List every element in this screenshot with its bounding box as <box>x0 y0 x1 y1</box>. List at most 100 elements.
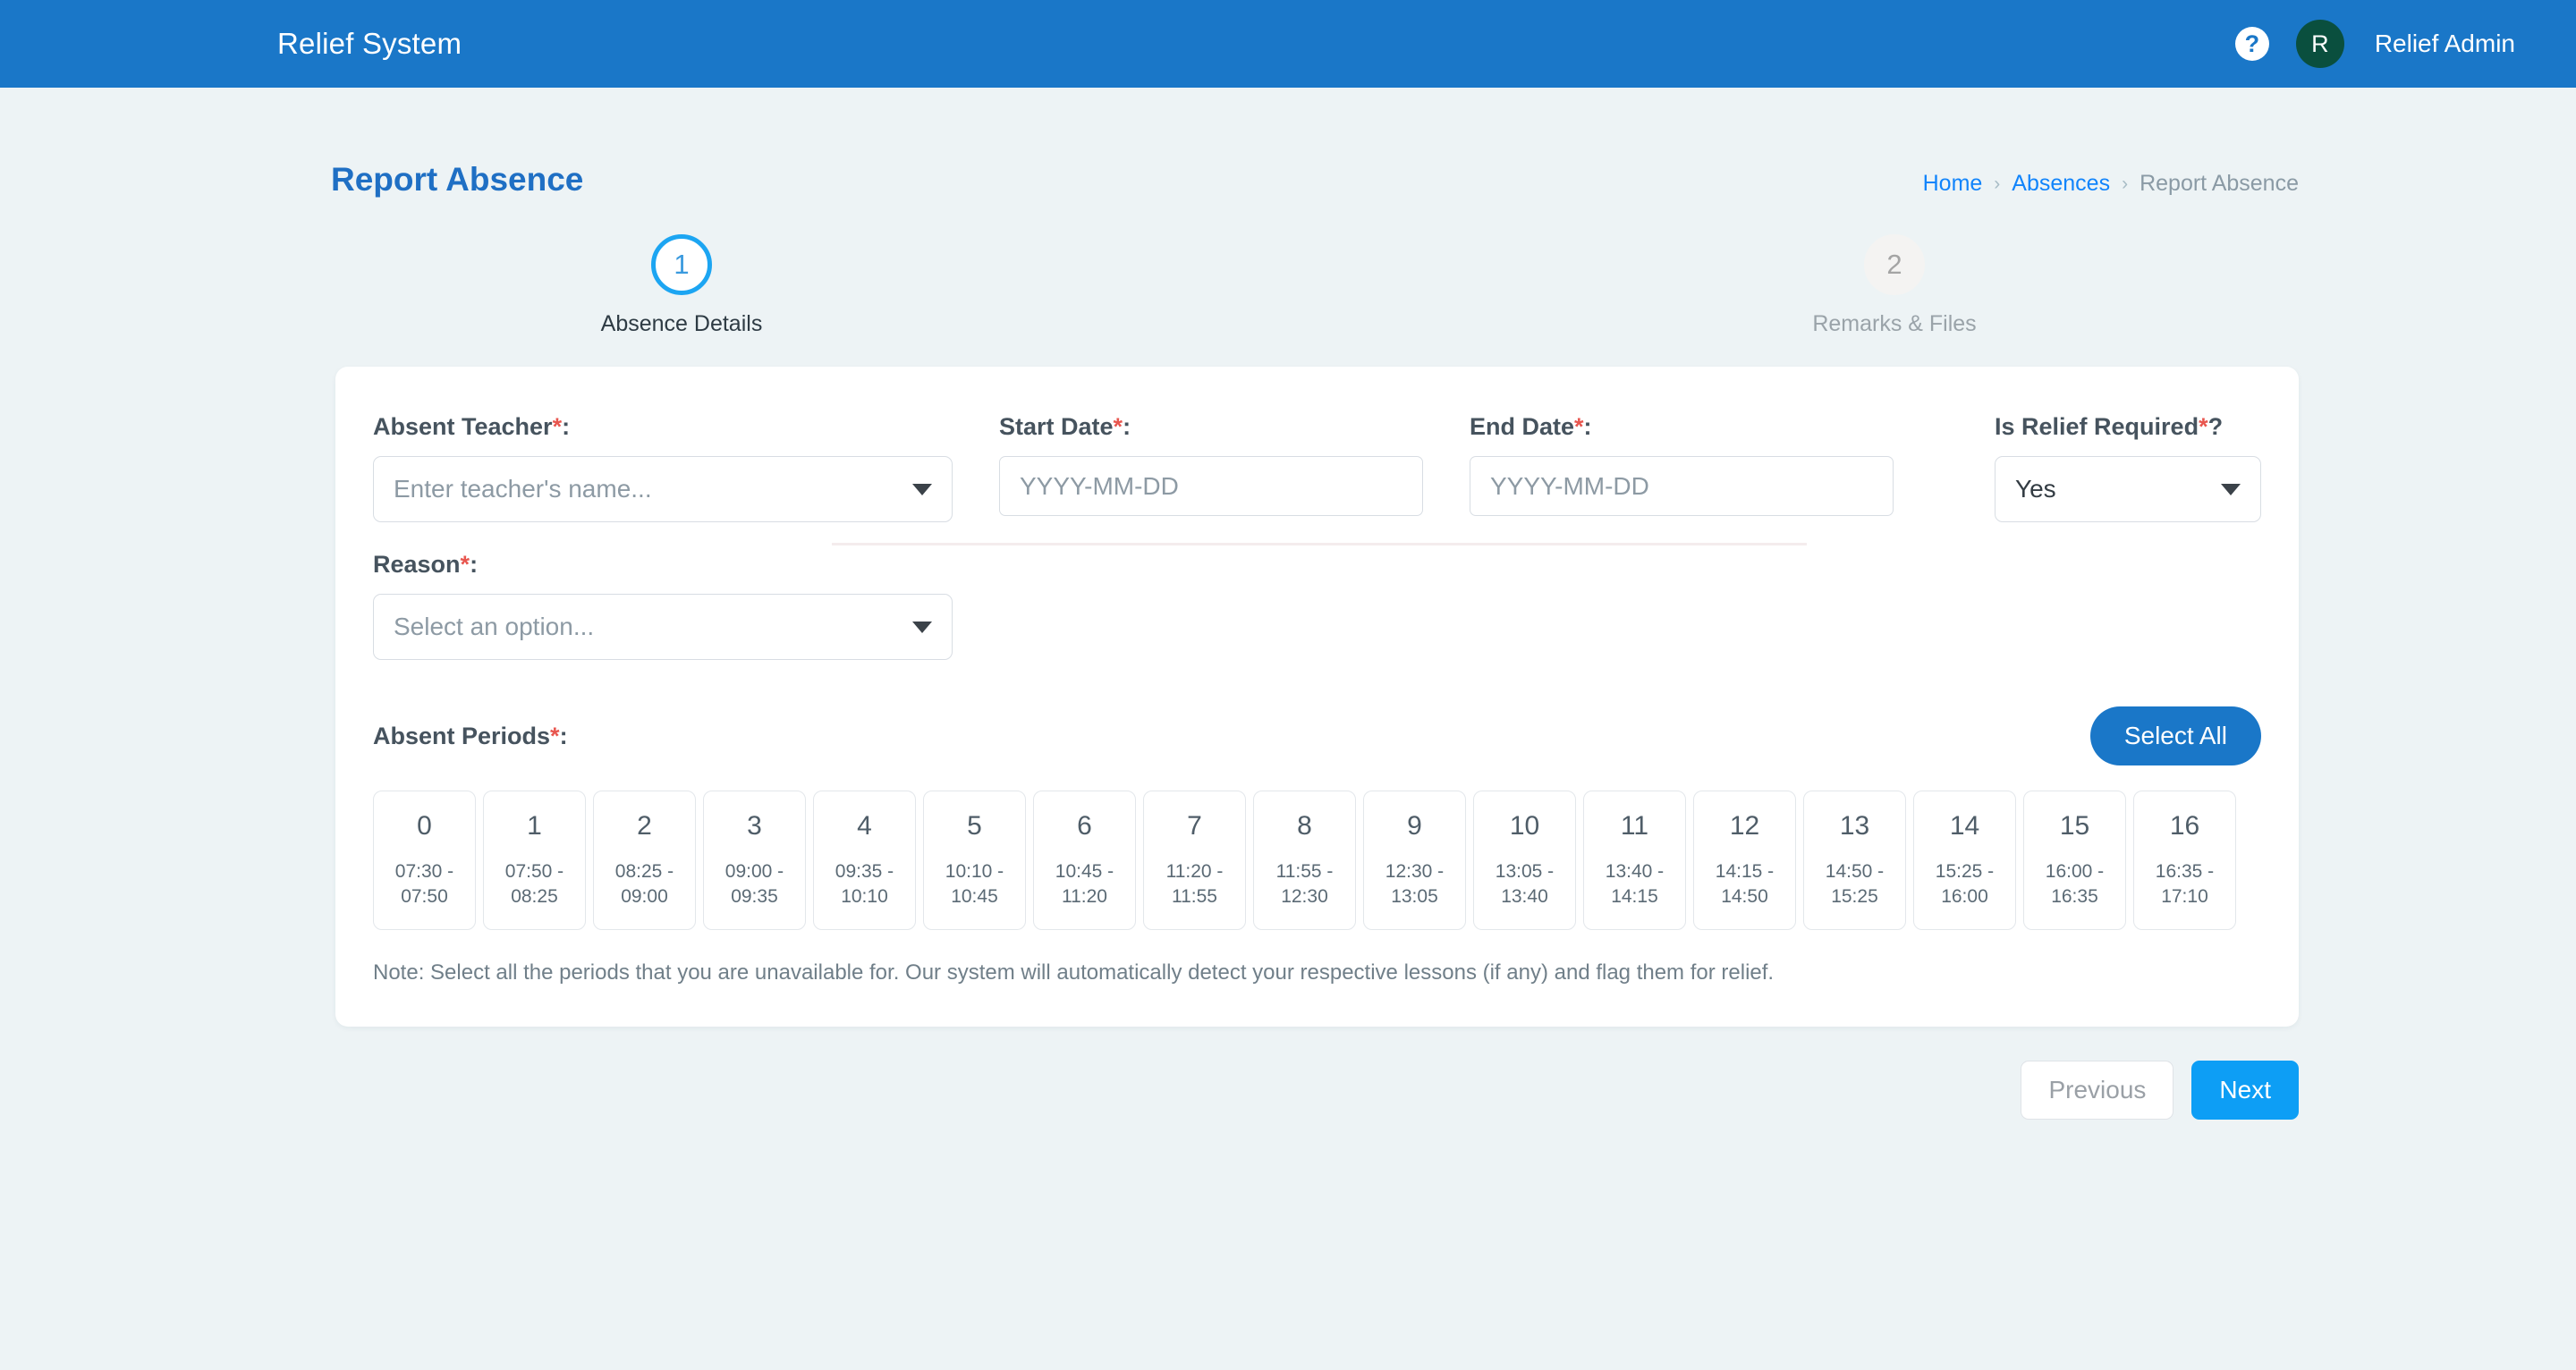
absent-periods-header: Absent Periods*: Select All <box>373 706 2261 765</box>
period-end-time: 13:05 <box>1391 886 1438 907</box>
period-number: 11 <box>1620 810 1649 841</box>
period-chip[interactable]: 6 10:45 - 11:20 <box>1033 791 1136 930</box>
period-chip[interactable]: 11 13:40 - 14:15 <box>1583 791 1686 930</box>
absent-teacher-label: Absent Teacher*: <box>373 413 953 441</box>
previous-button[interactable]: Previous <box>2021 1061 2174 1120</box>
page-header-row: Report Absence Home › Absences › Report … <box>0 88 2576 199</box>
period-chip[interactable]: 4 09:35 - 10:10 <box>813 791 916 930</box>
label-suffix: : <box>1123 413 1131 440</box>
field-absent-teacher: Absent Teacher*: Enter teacher's name... <box>373 413 953 522</box>
reason-label: Reason*: <box>373 551 953 579</box>
period-chip[interactable]: 0 07:30 - 07:50 <box>373 791 476 930</box>
period-number: 2 <box>637 810 652 841</box>
label-suffix: : <box>470 551 479 578</box>
form-row-primary: Absent Teacher*: Enter teacher's name...… <box>373 413 2261 522</box>
period-chip-list: 0 07:30 - 07:50 1 07:50 - 08:25 2 08:25 - 09:00 3… <box>373 791 2261 930</box>
period-start-time: 11:20 - <box>1165 860 1224 882</box>
period-chip[interactable]: 8 11:55 - 12:30 <box>1253 791 1356 930</box>
required-asterisk: * <box>552 413 563 440</box>
period-number: 7 <box>1187 810 1202 841</box>
avatar[interactable]: R <box>2295 20 2344 68</box>
select-all-button[interactable]: Select All <box>2089 706 2261 765</box>
label-text: Start Date <box>999 413 1114 440</box>
period-end-time: 13:40 <box>1501 886 1548 907</box>
top-navbar: Relief System ? R Relief Admin <box>0 0 2576 88</box>
period-start-time: 10:45 - <box>1055 860 1114 882</box>
end-date-input[interactable]: YYYY-MM-DD <box>1470 456 1894 516</box>
start-date-input[interactable]: YYYY-MM-DD <box>999 456 1423 516</box>
relief-required-select[interactable]: Yes <box>1995 456 2261 522</box>
label-text: Reason <box>373 551 461 578</box>
absence-details-card: Absent Teacher*: Enter teacher's name...… <box>335 367 2299 1027</box>
period-end-time: 16:00 <box>1941 886 1988 907</box>
period-chip[interactable]: 10 13:05 - 13:40 <box>1473 791 1576 930</box>
period-number: 5 <box>967 810 982 841</box>
period-chip[interactable]: 15 16:00 - 16:35 <box>2023 791 2126 930</box>
period-number: 3 <box>747 810 762 841</box>
period-start-time: 15:25 - <box>1935 860 1995 882</box>
step-number-circle[interactable]: 2 <box>1864 234 1925 295</box>
stepper-step-absence-details[interactable]: 1 Absence Details <box>565 234 798 337</box>
step-label: Remarks & Files <box>1812 311 1977 336</box>
period-chip[interactable]: 3 09:00 - 09:35 <box>703 791 806 930</box>
period-number: 0 <box>417 810 432 841</box>
period-time-range: 14:15 - 14:50 <box>1716 859 1774 910</box>
period-chip[interactable]: 14 15:25 - 16:00 <box>1913 791 2016 930</box>
period-start-time: 13:05 - <box>1495 860 1555 882</box>
period-time-range: 13:05 - 13:40 <box>1496 859 1554 910</box>
period-start-time: 09:35 - <box>835 860 894 882</box>
period-chip[interactable]: 2 08:25 - 09:00 <box>593 791 696 930</box>
breadcrumb-item-home[interactable]: Home <box>1923 171 1983 197</box>
required-asterisk: * <box>2199 413 2208 440</box>
period-end-time: 10:10 <box>841 886 888 907</box>
period-time-range: 16:35 - 17:10 <box>2156 859 2214 910</box>
period-chip[interactable]: 9 12:30 - 13:05 <box>1363 791 1466 930</box>
period-chip[interactable]: 5 10:10 - 10:45 <box>923 791 1026 930</box>
relief-required-value: Yes <box>2015 475 2056 503</box>
required-asterisk: * <box>460 551 470 578</box>
chevron-down-icon <box>912 483 932 495</box>
period-time-range: 11:20 - 11:55 <box>1166 859 1224 910</box>
label-suffix: : <box>1583 413 1592 440</box>
page-title: Report Absence <box>331 161 584 198</box>
field-reason: Reason*: Select an option... <box>373 551 953 660</box>
user-name-label[interactable]: Relief Admin <box>2375 30 2515 58</box>
period-start-time: 14:15 - <box>1715 860 1775 882</box>
reason-select[interactable]: Select an option... <box>373 594 953 660</box>
period-chip[interactable]: 13 14:50 - 15:25 <box>1803 791 1906 930</box>
app-brand: Relief System <box>277 27 462 60</box>
stepper-connector-line <box>832 543 1807 545</box>
breadcrumb: Home › Absences › Report Absence <box>1923 171 2299 197</box>
help-circle-icon[interactable]: ? <box>2234 27 2269 61</box>
period-start-time: 08:25 - <box>614 860 674 882</box>
period-start-time: 16:00 - <box>2045 860 2105 882</box>
period-start-time: 09:00 - <box>724 860 784 882</box>
label-suffix: ? <box>2207 413 2224 440</box>
breadcrumb-item-absences[interactable]: Absences <box>2012 171 2110 197</box>
period-time-range: 16:00 - 16:35 <box>2046 859 2104 910</box>
absent-teacher-value: Enter teacher's name... <box>394 475 652 503</box>
absent-teacher-select[interactable]: Enter teacher's name... <box>373 456 953 522</box>
step-number-circle[interactable]: 1 <box>651 234 712 295</box>
period-chip[interactable]: 7 11:20 - 11:55 <box>1143 791 1246 930</box>
next-button[interactable]: Next <box>2191 1061 2299 1120</box>
period-number: 8 <box>1297 810 1312 841</box>
period-end-time: 12:30 <box>1281 886 1328 907</box>
field-relief-required: Is Relief Required*? Yes <box>1995 413 2261 522</box>
period-number: 14 <box>1949 810 1980 841</box>
start-date-label: Start Date*: <box>999 413 1423 441</box>
stepper-step-remarks-files[interactable]: 2 Remarks & Files <box>1778 234 2011 337</box>
period-time-range: 13:40 - 14:15 <box>1606 859 1664 910</box>
period-number: 16 <box>2169 810 2200 841</box>
period-end-time: 11:20 <box>1061 886 1107 907</box>
period-chip[interactable]: 16 16:35 - 17:10 <box>2133 791 2236 930</box>
period-chip[interactable]: 12 14:15 - 14:50 <box>1693 791 1796 930</box>
period-chip[interactable]: 1 07:50 - 08:25 <box>483 791 586 930</box>
period-start-time: 10:10 - <box>945 860 1004 882</box>
breadcrumb-item-current: Report Absence <box>2140 171 2299 196</box>
period-time-range: 07:30 - 07:50 <box>395 859 453 910</box>
wizard-stepper: 1 Absence Details 2 Remarks & Files <box>0 234 2576 545</box>
chevron-down-icon <box>2221 483 2241 495</box>
required-asterisk: * <box>1574 413 1584 440</box>
label-text: End Date <box>1470 413 1575 440</box>
